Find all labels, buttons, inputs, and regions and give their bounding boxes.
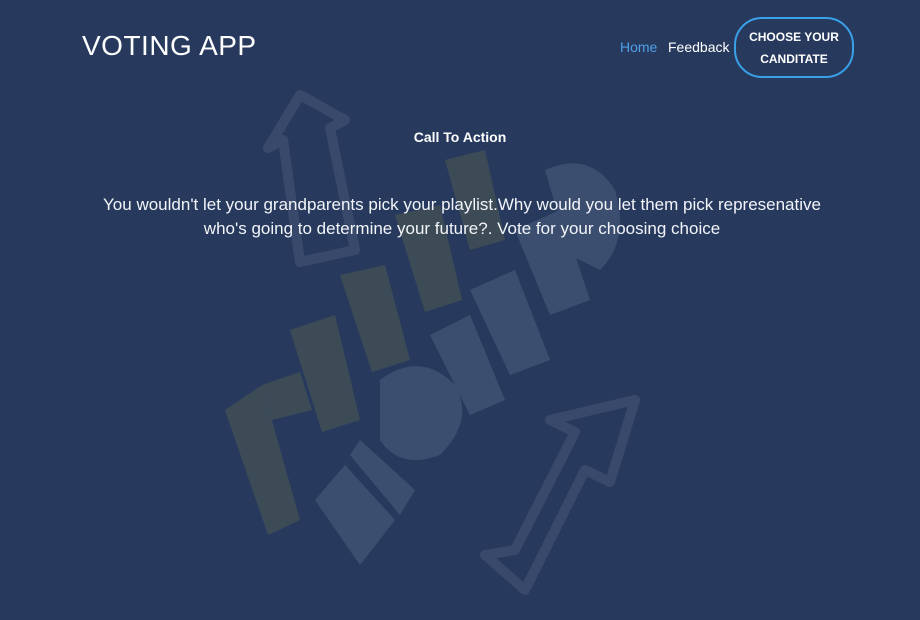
call-to-action-heading: Call To Action — [413, 129, 507, 145]
arrow-lower-right-illustration — [480, 395, 640, 595]
top-navbar: VOTING APP Home Feedback CHOOSE YOUR CAN… — [0, 0, 920, 92]
choose-candidate-button[interactable]: CHOOSE YOUR CANDITATE — [734, 17, 854, 78]
call-to-action-text: You wouldn't let your grandparents pick … — [103, 195, 821, 238]
brand-logo-text[interactable]: VOTING APP — [82, 30, 257, 62]
happy-voting-background-illustration — [225, 90, 640, 595]
nav-link-feedback[interactable]: Feedback — [668, 38, 729, 56]
nav-link-home[interactable]: Home — [620, 38, 657, 56]
